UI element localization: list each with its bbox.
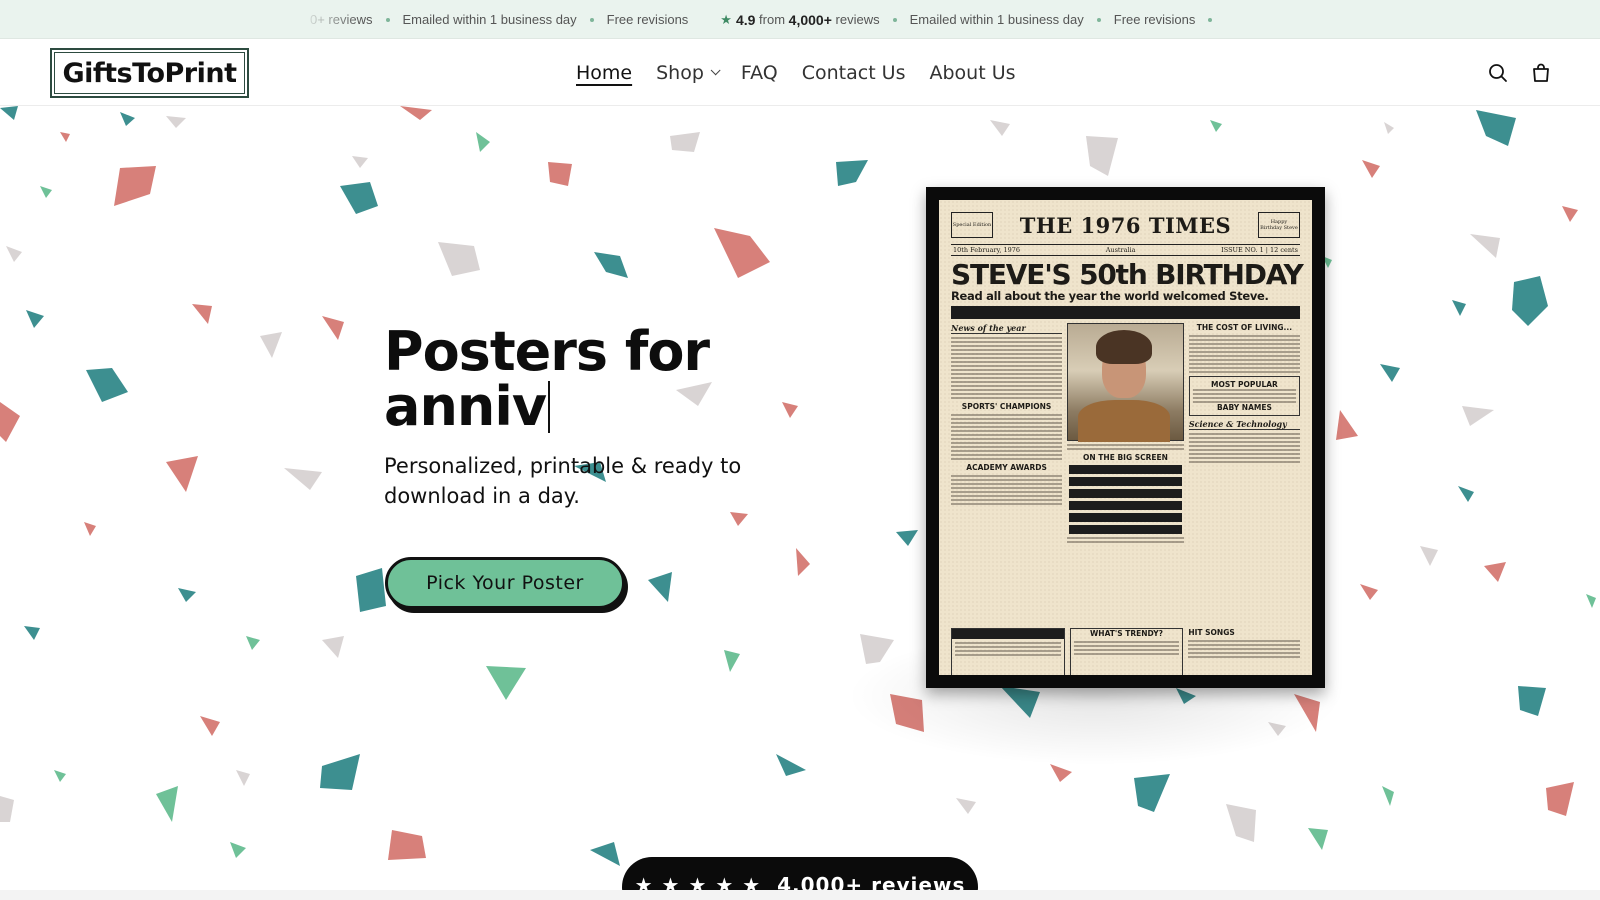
nav-contact-link[interactable]: Contact Us: [802, 62, 906, 84]
separator-dot: [385, 17, 390, 22]
movie-item: [1069, 477, 1182, 486]
nav-home-link[interactable]: Home: [576, 62, 632, 84]
poster-text-lines: [951, 414, 1063, 460]
confetti-background: [0, 106, 1596, 884]
hero-section: Posters for anniv Personalized, printabl…: [0, 106, 1600, 890]
poster-masthead: Special Edition THE 1976 TIMES Happy Bir…: [951, 208, 1300, 242]
poster-place: Australia: [1105, 246, 1136, 254]
cart-icon[interactable]: [1529, 61, 1553, 85]
separator-dot: [1096, 17, 1101, 22]
nav-shop-link[interactable]: Shop: [656, 61, 721, 84]
nav-shop-label: Shop: [656, 61, 704, 84]
marquee-fade-left: [300, 0, 360, 38]
poster-section-cost: THE COST OF LIVING...: [1196, 323, 1293, 332]
movie-item: [1069, 501, 1182, 510]
announcement-marquee: 0+ reviews Emailed within 1 business day…: [310, 0, 1225, 38]
poster-text-lines: [1188, 433, 1300, 463]
announcement-item-rating: ★ 4.9 from 4,000+ reviews: [720, 12, 879, 28]
poster-columns: News of the year SPORTS' CHAMPIONS ACADE…: [951, 323, 1300, 623]
typing-caret: [548, 381, 551, 433]
hero-subheading: Personalized, printable & ready to downl…: [384, 454, 742, 508]
poster-trendy: WHAT'S TRENDY?: [1069, 628, 1184, 675]
confetti-pieces: [0, 106, 1596, 884]
star-icon: ★: [720, 11, 732, 27]
separator-dot: [589, 17, 594, 22]
poster-section-baby-names: BABY NAMES: [1216, 403, 1272, 412]
poster-title: THE 1976 TIMES: [1019, 212, 1232, 238]
nav-faq-link[interactable]: FAQ: [741, 62, 778, 84]
poster-bottom-row: WHAT'S TRENDY? HIT SONGS: [951, 628, 1301, 675]
headline-line-1: Posters for: [384, 320, 710, 383]
site-logo[interactable]: GiftsToPrint: [50, 48, 249, 98]
poster-newspaper: Special Edition THE 1976 TIMES Happy Bir…: [939, 200, 1312, 675]
chevron-down-icon: [710, 65, 721, 76]
poster-text-lines: [1067, 537, 1184, 543]
site-header: GiftsToPrint Home Shop FAQ Contact Us Ab…: [0, 39, 1600, 106]
poster-section-popular: MOST POPULAR: [1211, 380, 1278, 389]
poster-col-right: THE COST OF LIVING... MOST POPULAR BABY …: [1188, 323, 1300, 623]
movie-item: [1069, 513, 1182, 522]
main-nav: Home Shop FAQ Contact Us About Us: [576, 39, 1040, 106]
poster-section-science: Science & Technology: [1188, 419, 1300, 430]
rating-from: from: [759, 12, 786, 27]
separator-dot: [1208, 17, 1213, 22]
poster-frame: Special Edition THE 1976 TIMES Happy Bir…: [926, 187, 1325, 688]
poster-most-popular: MOST POPULAR BABY NAMES: [1188, 376, 1300, 416]
nav-about-link[interactable]: About Us: [930, 62, 1016, 84]
poster-not-only-star: [951, 628, 1065, 675]
reviews-word: reviews: [835, 12, 880, 27]
poster-section-sports: SPORTS' CHAMPIONS: [961, 402, 1052, 411]
movie-item: [1069, 465, 1182, 474]
headline-line-2: anniv: [384, 379, 551, 434]
hero-headline: Posters for anniv: [384, 324, 804, 434]
poster-section-awards: ACADEMY AWARDS: [966, 463, 1047, 472]
poster-col-left: News of the year SPORTS' CHAMPIONS ACADE…: [951, 323, 1063, 623]
poster-dateline: 10th February, 1976 Australia ISSUE NO. …: [951, 244, 1300, 256]
poster-date: 10th February, 1976: [953, 246, 1021, 254]
separator-dot: [702, 18, 706, 22]
poster-text-lines: [1188, 335, 1300, 373]
poster-stats-bar: [951, 306, 1300, 319]
poster-headline: STEVE'S 50th BIRTHDAY: [951, 258, 1304, 291]
poster-text-lines: [951, 475, 1063, 505]
poster-hit-songs: HIT SONGS: [1188, 628, 1301, 675]
poster-subheadline: Read all about the year the world welcom…: [951, 289, 1269, 303]
poster-section-news: News of the year: [951, 323, 1063, 334]
section-divider: [0, 890, 1600, 900]
poster-section-big-screen: ON THE BIG SCREEN: [1083, 453, 1168, 462]
announcement-item-revisions: Free revisions: [606, 12, 689, 27]
rating-value: 4.9: [735, 11, 756, 28]
search-icon[interactable]: [1486, 61, 1510, 85]
poster-text-lines: [1067, 444, 1184, 450]
poster-corner-left: Special Edition: [951, 212, 993, 238]
poster-text-lines: [951, 337, 1063, 399]
poster-section-hit-songs: HIT SONGS: [1188, 628, 1235, 637]
separator-dot: [892, 17, 897, 22]
logo-text: GiftsToPrint: [54, 52, 245, 94]
announcement-item-emailed-repeat: Emailed within 1 business day: [909, 12, 1084, 27]
poster-photo: [1067, 323, 1184, 442]
announcement-item-revisions-repeat: Free revisions: [1113, 12, 1196, 27]
movie-item: [1069, 489, 1182, 498]
poster-col-middle: ON THE BIG SCREEN: [1067, 323, 1184, 623]
reviews-count: 4,000+: [788, 11, 832, 28]
headline-typed-text: anniv: [384, 375, 547, 438]
announcement-bar: 0+ reviews Emailed within 1 business day…: [0, 0, 1600, 39]
poster-section-trendy: WHAT'S TRENDY?: [1090, 629, 1163, 638]
poster-corner-right: Happy Birthday Steve: [1257, 212, 1300, 238]
poster-issue: ISSUE NO. 1 | 12 cents: [1221, 246, 1298, 254]
movie-item: [1069, 525, 1182, 534]
announcement-item-emailed: Emailed within 1 business day: [402, 12, 577, 27]
marquee-fade-right: [1230, 0, 1290, 38]
pick-poster-button[interactable]: Pick Your Poster: [385, 557, 625, 609]
